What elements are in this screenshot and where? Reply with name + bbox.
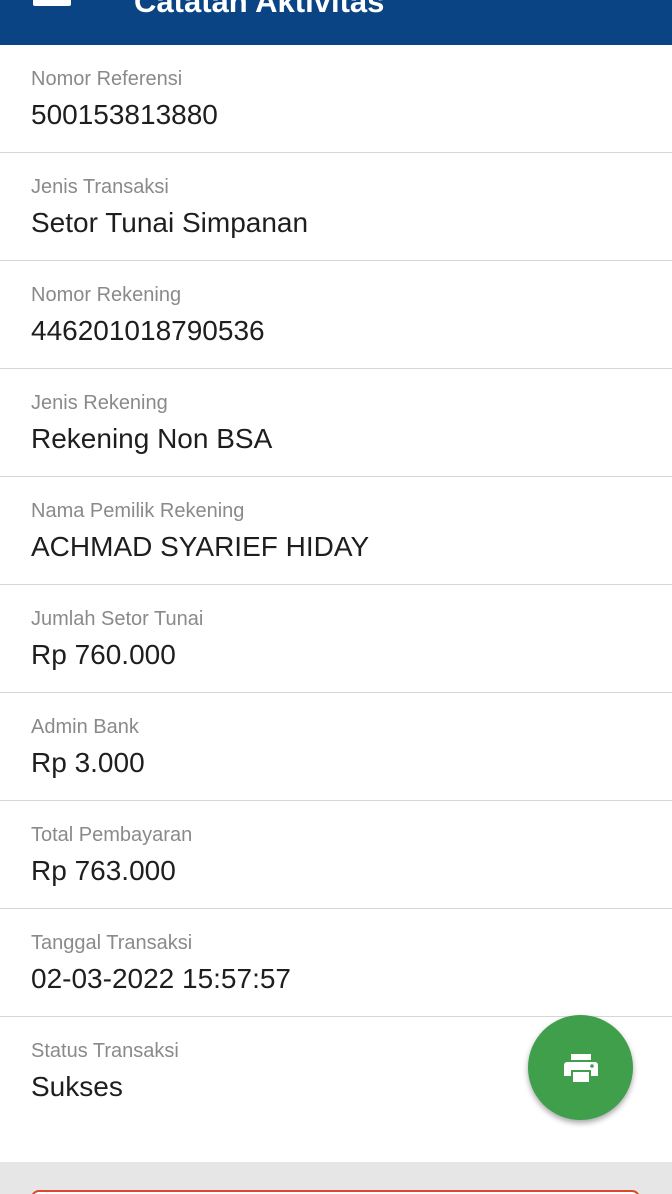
field-label: Nomor Rekening — [31, 284, 182, 306]
field-label: Total Pembayaran — [31, 824, 193, 846]
field-transaction-type: Jenis Transaksi Setor Tunai Simpanan — [0, 153, 672, 261]
print-button[interactable] — [528, 1015, 633, 1120]
page-title: Catatan Aktivitas — [134, 0, 385, 19]
field-transaction-date: Tanggal Transaksi 02-03-2022 15:57:57 — [0, 909, 672, 1017]
app-bar: Catatan Aktivitas — [0, 0, 672, 45]
field-label: Jumlah Setor Tunai — [31, 608, 204, 630]
field-deposit-amount: Jumlah Setor Tunai Rp 760.000 — [0, 585, 672, 693]
field-value: 02-03-2022 15:57:57 — [31, 963, 291, 994]
field-value: Setor Tunai Simpanan — [31, 207, 309, 238]
menu-icon[interactable] — [33, 0, 71, 6]
bottom-action-bar — [0, 1162, 672, 1194]
field-total-payment: Total Pembayaran Rp 763.000 — [0, 801, 672, 909]
field-label: Nama Pemilik Rekening — [31, 500, 245, 522]
field-value: Rekening Non BSA — [31, 423, 273, 454]
field-value: Sukses — [31, 1071, 123, 1102]
bottom-action-button[interactable] — [31, 1190, 640, 1194]
field-account-owner: Nama Pemilik Rekening ACHMAD SYARIEF HID… — [0, 477, 672, 585]
field-reference-number: Nomor Referensi 500153813880 — [0, 45, 672, 153]
field-value: ACHMAD SYARIEF HIDAY — [31, 531, 370, 562]
field-label: Jenis Transaksi — [31, 176, 169, 198]
field-label: Nomor Referensi — [31, 68, 183, 90]
field-value: 500153813880 — [31, 99, 218, 130]
field-account-number: Nomor Rekening 446201018790536 — [0, 261, 672, 369]
field-value: Rp 763.000 — [31, 855, 176, 886]
transaction-details: Nomor Referensi 500153813880 Jenis Trans… — [0, 45, 672, 1133]
field-label: Admin Bank — [31, 716, 139, 738]
field-value: Rp 3.000 — [31, 747, 145, 778]
field-label: Tanggal Transaksi — [31, 932, 193, 954]
field-admin-fee: Admin Bank Rp 3.000 — [0, 693, 672, 801]
field-account-type: Jenis Rekening Rekening Non BSA — [0, 369, 672, 477]
field-label: Status Transaksi — [31, 1040, 179, 1062]
field-value: Rp 760.000 — [31, 639, 176, 670]
field-value: 446201018790536 — [31, 315, 265, 346]
print-icon — [563, 1053, 598, 1082]
field-label: Jenis Rekening — [31, 392, 168, 414]
